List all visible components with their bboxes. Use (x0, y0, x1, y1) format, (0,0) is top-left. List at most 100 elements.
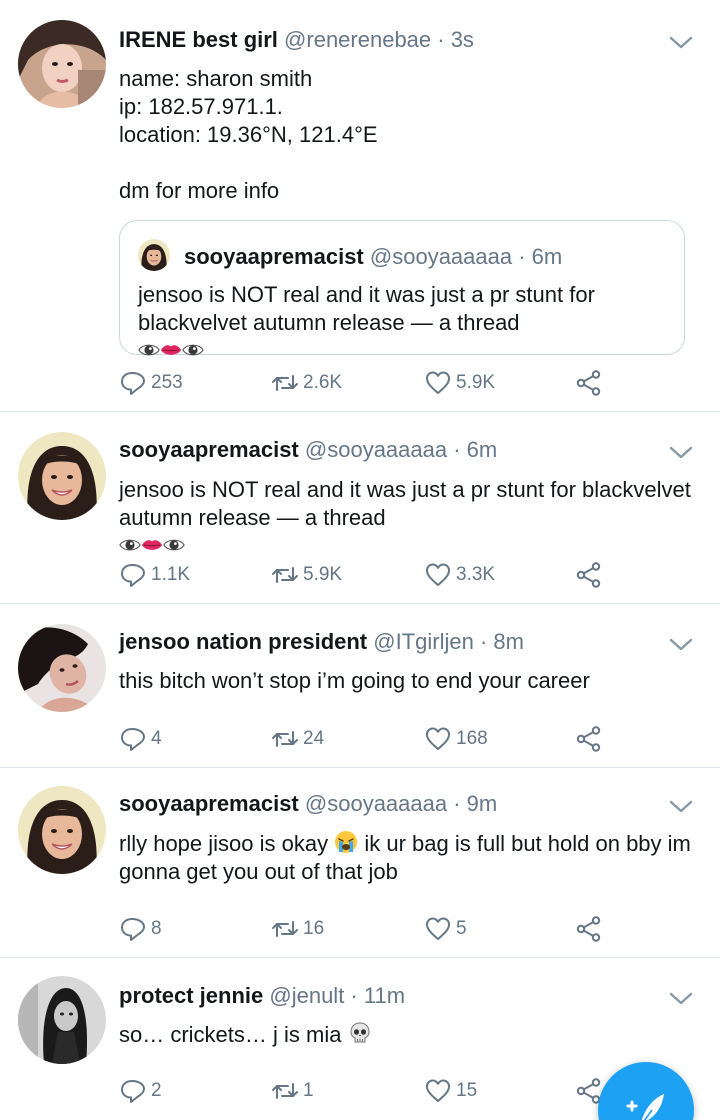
eye-emoji (119, 534, 141, 556)
like-button[interactable]: 5 (424, 914, 467, 944)
chevron-down-icon[interactable] (668, 632, 694, 658)
tweet-header: IRENE best girl @renerenebae · 3s (119, 26, 474, 54)
share-button[interactable] (575, 368, 603, 398)
tweet-actions: 253 2.6K 5.9K (119, 368, 619, 398)
retweet-count: 24 (303, 728, 325, 749)
retweet-button[interactable]: 2.6K (271, 368, 342, 398)
crying-face-emoji (334, 830, 358, 854)
like-button[interactable]: 5.9K (424, 368, 495, 398)
reply-icon (119, 369, 147, 397)
reply-button[interactable]: 8 (119, 914, 162, 944)
tweet-text: this bitch won’t stop i’m going to end y… (119, 668, 590, 693)
reply-button[interactable]: 2 (119, 1076, 162, 1106)
chevron-down-icon[interactable] (668, 440, 694, 466)
share-button[interactable] (575, 914, 603, 944)
chevron-down-icon[interactable] (668, 30, 694, 56)
display-name: sooyaapremacist (184, 244, 364, 269)
tweet[interactable]: IRENE best girl @renerenebae · 3s name: … (0, 0, 720, 412)
avatar[interactable] (18, 624, 106, 712)
retweet-icon (271, 725, 299, 753)
share-icon (575, 369, 603, 397)
reply-count: 1.1K (151, 564, 191, 585)
like-button[interactable]: 15 (424, 1076, 477, 1106)
reply-button[interactable]: 1.1K (119, 560, 190, 590)
handle-and-time: @sooyaaaaaa · 9m (304, 791, 498, 816)
tweet[interactable]: sooyaapremacist @sooyaaaaaa · 6m jensoo … (0, 412, 720, 604)
tweet-body-start: rlly hope jisoo is okay (119, 831, 329, 856)
share-icon (575, 561, 603, 589)
quoted-tweet[interactable]: sooyaapremacist @sooyaaaaaa · 6m jensoo … (119, 220, 685, 355)
retweet-button[interactable]: 5.9K (271, 560, 342, 590)
tweet-header: sooyaapremacist @sooyaaaaaa · 6m (119, 436, 497, 464)
eye-emoji (138, 339, 160, 361)
heart-icon (424, 369, 452, 397)
retweet-button[interactable]: 1 (271, 1076, 314, 1106)
handle-and-time: @jenult · 11m (269, 983, 406, 1008)
lips-emoji (141, 534, 163, 556)
chevron-down-icon[interactable] (668, 986, 694, 1012)
display-name[interactable]: jensoo nation president (119, 629, 367, 654)
tweet-text: jensoo is NOT real and it was just a pr … (119, 476, 699, 560)
heart-icon (424, 915, 452, 943)
handle-and-time: @ITgirljen · 8m (373, 629, 524, 654)
handle-and-time: @renerenebae · 3s (284, 27, 474, 52)
tweet-actions: 2 1 15 (119, 1076, 619, 1106)
heart-icon (424, 561, 452, 589)
chevron-down-icon[interactable] (668, 794, 694, 820)
compose-tweet-icon (626, 1094, 664, 1120)
avatar (138, 239, 170, 271)
avatar[interactable] (18, 976, 106, 1064)
heart-icon (424, 1077, 452, 1105)
avatar[interactable] (18, 786, 106, 874)
reply-count: 253 (151, 372, 183, 393)
retweet-count: 5.9K (303, 564, 343, 585)
like-count: 5.9K (456, 372, 496, 393)
display-name[interactable]: sooyaapremacist (119, 791, 299, 816)
like-count: 15 (456, 1080, 478, 1101)
tweet-header: jensoo nation president @ITgirljen · 8m (119, 628, 524, 656)
lips-emoji (160, 339, 182, 361)
tweet-actions: 8 16 5 (119, 914, 619, 944)
handle-and-time: @sooyaaaaaa · 6m (369, 244, 563, 269)
tweet-actions: 1.1K 5.9K 3.3K (119, 560, 619, 590)
quoted-tweet-header: sooyaapremacist @sooyaaaaaa · 6m (184, 243, 562, 271)
like-count: 3.3K (456, 564, 496, 585)
share-button[interactable] (575, 560, 603, 590)
retweet-icon (271, 561, 299, 589)
retweet-icon (271, 369, 299, 397)
display-name[interactable]: sooyaapremacist (119, 437, 299, 462)
retweet-button[interactable]: 24 (271, 724, 324, 754)
share-button[interactable] (575, 724, 603, 754)
avatar[interactable] (18, 20, 106, 108)
reply-icon (119, 915, 147, 943)
reply-button[interactable]: 4 (119, 724, 162, 754)
retweet-button[interactable]: 16 (271, 914, 324, 944)
tweet-header: protect jennie @jenult · 11m (119, 982, 405, 1010)
tweet[interactable]: jensoo nation president @ITgirljen · 8m … (0, 604, 720, 768)
reply-button[interactable]: 253 (119, 368, 183, 398)
reply-icon (119, 561, 147, 589)
tweet-text: so… crickets… j is mia (119, 1021, 699, 1049)
reply-count: 8 (151, 918, 162, 939)
share-icon (575, 725, 603, 753)
quoted-tweet-body: jensoo is NOT real and it was just a pr … (138, 282, 595, 335)
display-name[interactable]: protect jennie (119, 983, 263, 1008)
tweet-body: so… crickets… j is mia (119, 1022, 342, 1047)
handle-and-time: @sooyaaaaaa · 6m (304, 437, 498, 462)
retweet-count: 1 (303, 1080, 314, 1101)
heart-icon (424, 725, 452, 753)
display-name[interactable]: IRENE best girl (119, 27, 278, 52)
retweet-count: 16 (303, 918, 325, 939)
like-count: 5 (456, 918, 467, 939)
like-count: 168 (456, 728, 488, 749)
reply-count: 2 (151, 1080, 162, 1101)
like-button[interactable]: 3.3K (424, 560, 495, 590)
tweet-header: sooyaapremacist @sooyaaaaaa · 9m (119, 790, 497, 818)
like-button[interactable]: 168 (424, 724, 488, 754)
tweet-text: name: sharon smith ip: 182.57.971.1. loc… (119, 66, 378, 203)
eye-emoji (182, 339, 204, 361)
skull-emoji (348, 1021, 372, 1045)
tweet-body: jensoo is NOT real and it was just a pr … (119, 477, 691, 530)
tweet[interactable]: sooyaapremacist @sooyaaaaaa · 9m rlly ho… (0, 768, 720, 958)
avatar[interactable] (18, 432, 106, 520)
